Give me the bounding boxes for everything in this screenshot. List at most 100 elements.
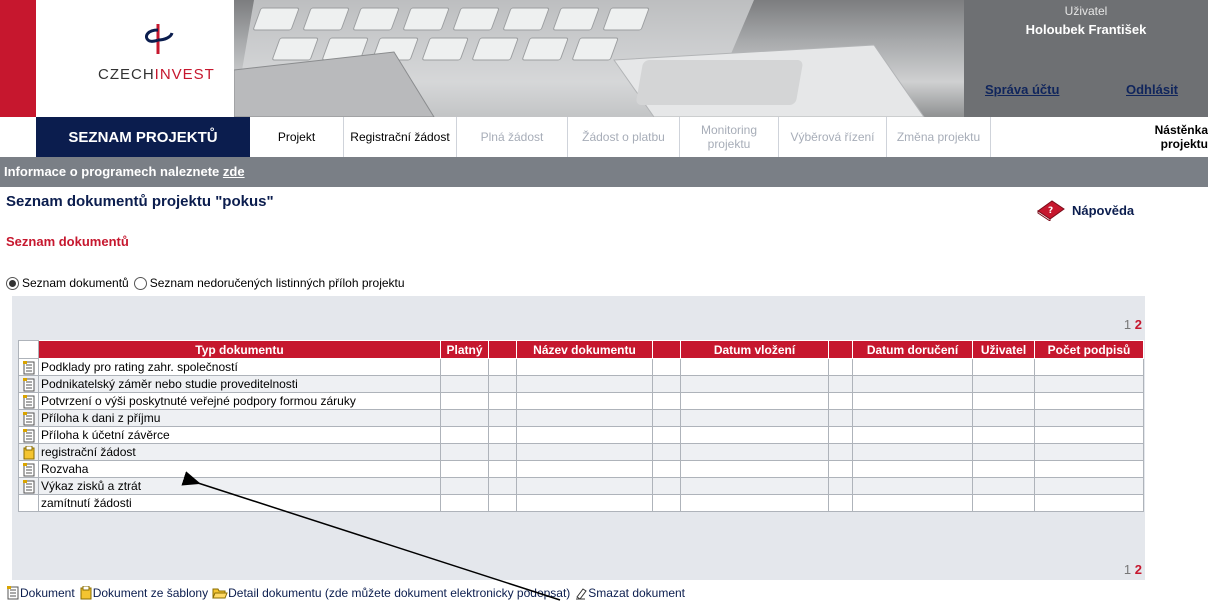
- table-row[interactable]: Podnikatelský záměr nebo studie provedit…: [18, 375, 1144, 393]
- user-cell: [972, 494, 1035, 512]
- spacer-cell: [828, 443, 853, 461]
- table-row[interactable]: Příloha k účetní závěrce: [18, 426, 1144, 444]
- czechinvest-logo-icon: [144, 24, 174, 54]
- header-signature-count[interactable]: Počet podpisů: [1034, 340, 1144, 359]
- legend-delete: Smazat dokument: [588, 586, 686, 600]
- nav-project-change[interactable]: Změna projektu: [887, 117, 991, 157]
- spacer-cell: [488, 375, 517, 393]
- header-valid[interactable]: Platný: [440, 340, 489, 359]
- nav-tenders[interactable]: Výběrová řízení: [779, 117, 887, 157]
- header-photo: [234, 0, 964, 117]
- keyboard-image: [234, 0, 925, 117]
- document-icon[interactable]: [22, 377, 36, 392]
- radio-documents[interactable]: [6, 276, 19, 290]
- document-icon[interactable]: [22, 411, 36, 426]
- document-icon[interactable]: [22, 394, 36, 409]
- header-doc-name[interactable]: Název dokumentu: [516, 340, 653, 359]
- main-nav: SEZNAM PROJEKTŮ Projekt Registrační žádo…: [0, 117, 1208, 157]
- document-icon[interactable]: [22, 360, 36, 375]
- signature-count-cell: [1034, 494, 1144, 512]
- table-row[interactable]: Rozvaha: [18, 460, 1144, 478]
- user-cell: [972, 392, 1035, 410]
- folder-open-icon: [212, 588, 228, 599]
- legend-detail: Detail dokumentu (zde můžete dokument el…: [228, 586, 571, 600]
- signature-count-cell: [1034, 409, 1144, 427]
- signature-count-cell: [1034, 375, 1144, 393]
- doc-type-cell: Příloha k dani z příjmu: [38, 409, 441, 427]
- header-spacer: [652, 340, 681, 359]
- spacer-cell: [828, 460, 853, 478]
- info-link[interactable]: zde: [223, 164, 245, 179]
- valid-cell: [440, 477, 489, 495]
- header-spacer: [828, 340, 853, 359]
- doc-name-cell: [516, 375, 653, 393]
- date-delivered-cell: [852, 358, 973, 376]
- table-row[interactable]: Výkaz zisků a ztrát: [18, 477, 1144, 495]
- doc-type-cell: Podklady pro rating zahr. společností: [38, 358, 441, 376]
- pager-bottom: 1 2: [1124, 562, 1142, 577]
- date-delivered-cell: [852, 426, 973, 444]
- date-inserted-cell: [680, 460, 829, 478]
- template-document-icon[interactable]: [22, 445, 36, 460]
- table-row[interactable]: Potvrzení o výši poskytnuté veřejné podp…: [18, 392, 1144, 410]
- spacer-cell: [652, 460, 681, 478]
- date-inserted-cell: [680, 477, 829, 495]
- user-cell: [972, 375, 1035, 393]
- spacer-cell: [488, 392, 517, 410]
- row-icon-cell: [18, 409, 39, 427]
- user-panel: Uživatel Holoubek František Správa účtu …: [964, 0, 1208, 117]
- row-icon-cell: [18, 443, 39, 461]
- radio-undelivered-attachments[interactable]: [133, 276, 147, 290]
- table-row[interactable]: Příloha k dani z příjmu: [18, 409, 1144, 427]
- radio-documents-label: Seznam dokumentů: [22, 276, 129, 290]
- document-icon[interactable]: [22, 479, 36, 494]
- header-doc-type[interactable]: Typ dokumentu: [38, 340, 441, 359]
- spacer-cell: [652, 477, 681, 495]
- nav-registration-application[interactable]: Registrační žádost: [344, 117, 457, 157]
- header-date-delivered[interactable]: Datum doručení: [852, 340, 973, 359]
- user-name: Holoubek František: [1025, 22, 1147, 37]
- pager-next-link[interactable]: 2: [1135, 562, 1142, 577]
- header-user[interactable]: Uživatel: [972, 340, 1035, 359]
- doc-name-cell: [516, 460, 653, 478]
- doc-name-cell: [516, 426, 653, 444]
- signature-count-cell: [1034, 460, 1144, 478]
- info-bar: Informace o programech naleznete zde: [0, 157, 1208, 187]
- valid-cell: [440, 409, 489, 427]
- nav-project-list[interactable]: SEZNAM PROJEKTŮ: [36, 117, 250, 157]
- logo-text: CZECHINVEST: [98, 66, 215, 83]
- nav-full-application[interactable]: Plná žádost: [457, 117, 568, 157]
- date-inserted-cell: [680, 358, 829, 376]
- doc-type-cell: Podnikatelský záměr nebo studie provedit…: [38, 375, 441, 393]
- table-row[interactable]: registrační žádost: [18, 443, 1144, 461]
- nav-project-board[interactable]: Nástěnka projektu: [991, 117, 1208, 157]
- document-icon[interactable]: [22, 428, 36, 443]
- table-row[interactable]: zamítnutí žádosti: [18, 494, 1144, 512]
- help-button[interactable]: ? Nápověda: [1036, 199, 1134, 221]
- date-delivered-cell: [852, 443, 973, 461]
- header-date-inserted[interactable]: Datum vložení: [680, 340, 829, 359]
- spacer-cell: [828, 392, 853, 410]
- pager-next-link[interactable]: 2: [1135, 317, 1142, 332]
- document-icon[interactable]: [22, 462, 36, 477]
- account-settings-link[interactable]: Správa účtu: [985, 82, 1059, 97]
- date-delivered-cell: [852, 392, 973, 410]
- doc-type-cell: Příloha k účetní závěrce: [38, 426, 441, 444]
- doc-type-cell: Rozvaha: [38, 460, 441, 478]
- signature-count-cell: [1034, 358, 1144, 376]
- page-title: Seznam dokumentů projektu "pokus": [6, 193, 274, 210]
- nav-payment-request[interactable]: Žádost o platbu: [568, 117, 680, 157]
- logout-link[interactable]: Odhlásit: [1126, 82, 1178, 97]
- spacer-cell: [652, 392, 681, 410]
- table-row[interactable]: Podklady pro rating zahr. společností: [18, 358, 1144, 376]
- nav-project[interactable]: Projekt: [250, 117, 344, 157]
- doc-name-cell: [516, 477, 653, 495]
- date-inserted-cell: [680, 494, 829, 512]
- nav-monitoring[interactable]: Monitoring projektu: [680, 117, 779, 157]
- logo[interactable]: CZECHINVEST: [36, 0, 234, 117]
- header: CZECHINVEST Uživatel Holoubek František …: [0, 0, 1208, 117]
- view-switch: Seznam dokumentů Seznam nedoručených lis…: [6, 276, 405, 290]
- signature-count-cell: [1034, 477, 1144, 495]
- date-inserted-cell: [680, 443, 829, 461]
- date-delivered-cell: [852, 460, 973, 478]
